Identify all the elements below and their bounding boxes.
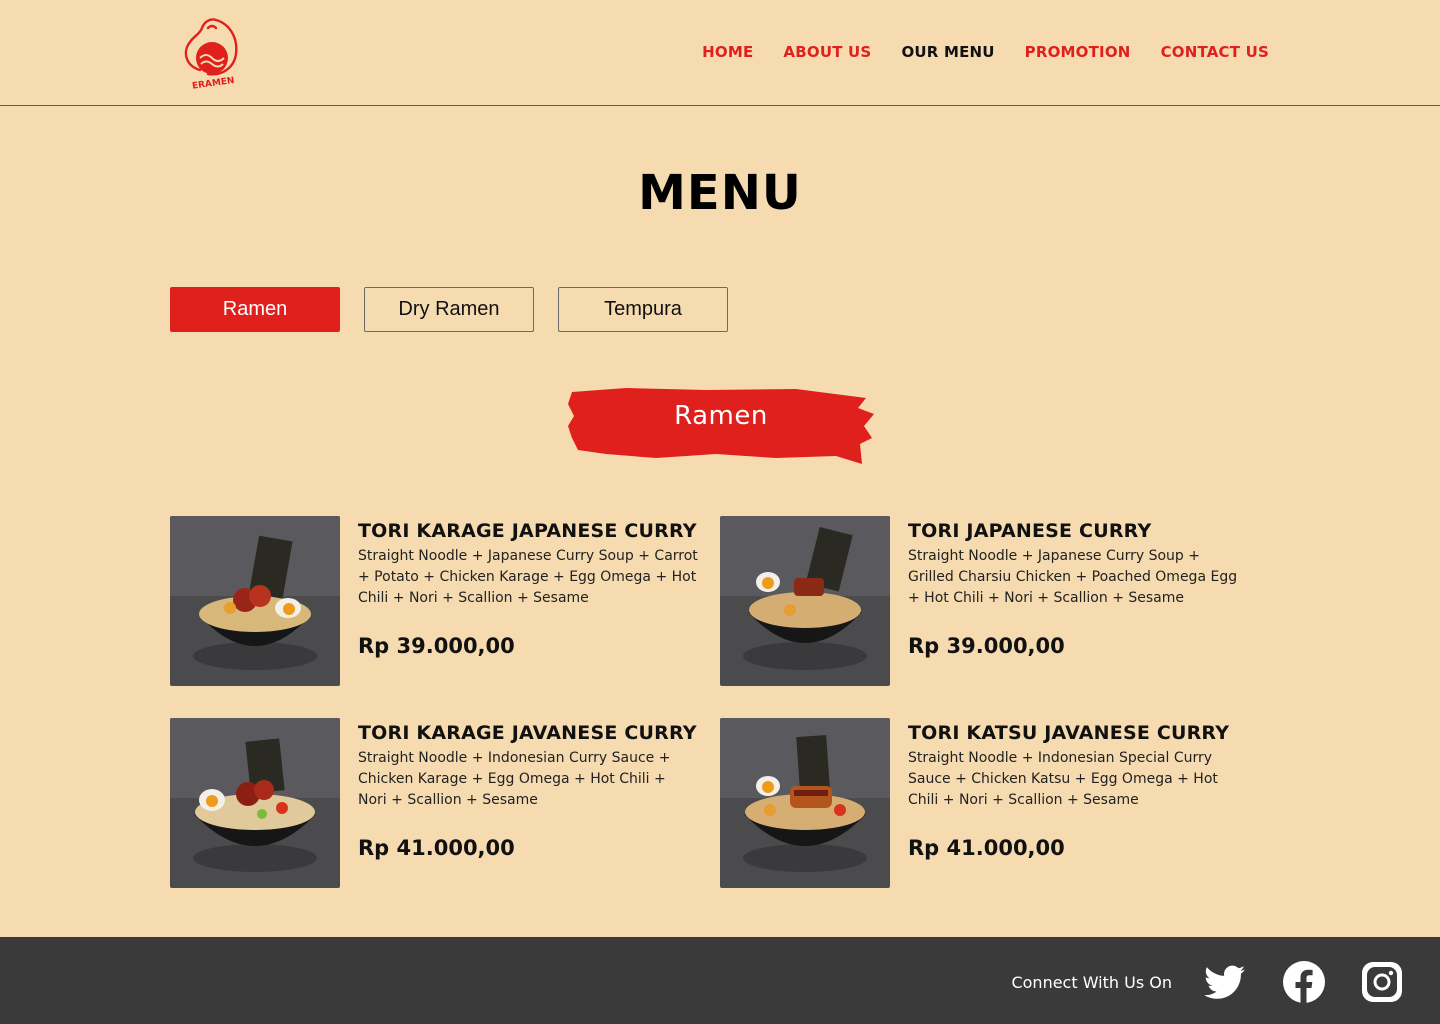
ramen-bowl-image bbox=[170, 516, 340, 686]
menu-item-name: TORI KATSU JAVANESE CURRY bbox=[908, 722, 1230, 744]
nav-our-menu[interactable]: OUR MENU bbox=[901, 43, 994, 61]
site-header: ERAMEN HOME ABOUT US OUR MENU PROMOTION … bbox=[0, 0, 1440, 106]
section-heading: Ramen bbox=[674, 401, 768, 431]
menu-item-price: Rp 41.000,00 bbox=[358, 836, 515, 860]
menu-item-name: TORI JAPANESE CURRY bbox=[908, 520, 1152, 542]
ramen-bowl-image bbox=[170, 718, 340, 888]
menu-item-price: Rp 41.000,00 bbox=[908, 836, 1065, 860]
menu-item-name: TORI KARAGE JAPANESE CURRY bbox=[358, 520, 697, 542]
tab-dry-ramen[interactable]: Dry Ramen bbox=[364, 287, 534, 332]
tab-ramen[interactable]: Ramen bbox=[170, 287, 340, 332]
category-tabs: Ramen Dry Ramen Tempura bbox=[170, 287, 728, 332]
nav-about-us[interactable]: ABOUT US bbox=[783, 43, 871, 61]
main-nav: HOME ABOUT US OUR MENU PROMOTION CONTACT… bbox=[702, 43, 1269, 61]
menu-item-description: Straight Noodle + Japanese Curry Soup + … bbox=[358, 548, 698, 606]
menu-item-description: Straight Noodle + Indonesian Special Cur… bbox=[908, 750, 1218, 808]
ramen-bowl-image bbox=[720, 516, 890, 686]
tab-tempura[interactable]: Tempura bbox=[558, 287, 728, 332]
instagram-icon[interactable] bbox=[1360, 960, 1404, 1004]
nav-contact-us[interactable]: CONTACT US bbox=[1161, 43, 1269, 61]
menu-item-price: Rp 39.000,00 bbox=[908, 634, 1065, 658]
svg-text:ERAMEN: ERAMEN bbox=[191, 76, 235, 90]
menu-item[interactable]: TORI KARAGE JAVANESE CURRY Straight Nood… bbox=[170, 718, 697, 888]
connect-label: Connect With Us On bbox=[1011, 973, 1172, 992]
menu-item-description: Straight Noodle + Indonesian Curry Sauce… bbox=[358, 750, 671, 808]
menu-item-price: Rp 39.000,00 bbox=[358, 634, 515, 658]
ramen-bowl-image bbox=[720, 718, 890, 888]
site-footer: Connect With Us On bbox=[0, 937, 1440, 1024]
eramen-logo[interactable]: ERAMEN bbox=[180, 14, 244, 90]
menu-item[interactable]: TORI KARAGE JAPANESE CURRY Straight Nood… bbox=[170, 516, 698, 686]
menu-item[interactable]: TORI KATSU JAVANESE CURRY Straight Noodl… bbox=[720, 718, 1240, 888]
twitter-icon[interactable] bbox=[1203, 960, 1247, 1004]
menu-item[interactable]: TORI JAPANESE CURRY Straight Noodle + Ja… bbox=[720, 516, 1240, 686]
facebook-icon[interactable] bbox=[1282, 960, 1326, 1004]
menu-item-description: Straight Noodle + Japanese Curry Soup + … bbox=[908, 548, 1238, 606]
page-title: MENU bbox=[638, 165, 802, 221]
nav-promotion[interactable]: PROMOTION bbox=[1025, 43, 1131, 61]
menu-item-name: TORI KARAGE JAVANESE CURRY bbox=[358, 722, 697, 744]
nav-home[interactable]: HOME bbox=[702, 43, 753, 61]
